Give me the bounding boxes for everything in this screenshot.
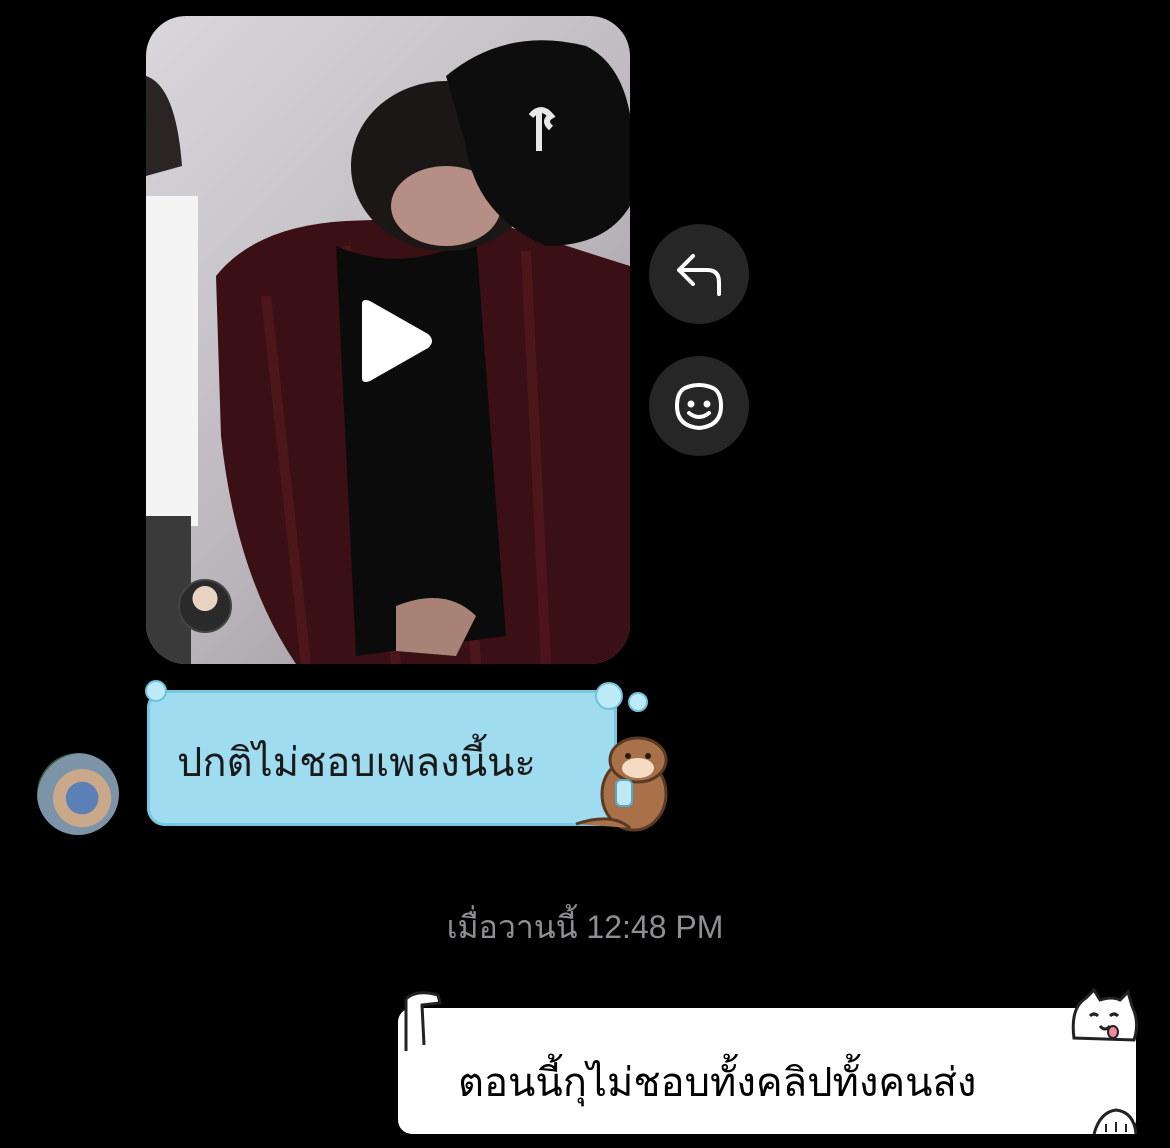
outgoing-message-text: ตอนนี้กุไม่ชอบทั้งคลิปทั้งคนส่ง [458,1060,977,1106]
cat-sticker [1071,988,1139,1042]
react-button[interactable] [649,356,749,456]
incoming-message-bubble[interactable]: ปกติไม่ชอบเพลงนี้นะ [147,690,617,826]
incoming-message-text: ปกติไม่ชอบเพลงนี้นะ [177,740,536,786]
smiley-icon [675,383,723,430]
sender-avatar[interactable] [37,753,119,835]
doodle-decoration [404,991,442,1051]
message-timestamp: เมื่อวานนี้ 12:48 PM [446,909,724,945]
cat-paw-decoration [1092,1108,1138,1135]
bubble-decoration [145,680,167,702]
bubble-decoration [628,692,648,712]
reply-button[interactable] [649,224,749,324]
avatar[interactable] [178,579,232,633]
otter-sticker [575,736,668,832]
outgoing-message-bubble[interactable]: ตอนนี้กุไม่ชอบทั้งคลิปทั้งคนส่ง [398,1008,1136,1134]
reply-icon [677,254,721,296]
bubble-decoration [595,682,623,710]
play-icon[interactable] [356,298,436,384]
